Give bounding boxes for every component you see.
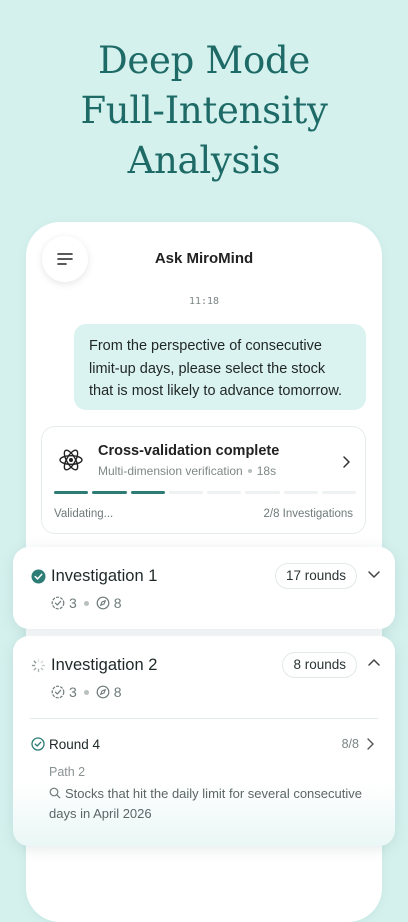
progress-segment: [168, 491, 203, 494]
separator-dot: [83, 689, 89, 695]
message-line-3: that is most likely to advance tomorrow.: [89, 383, 343, 399]
search-query-text: Stocks that hit the daily limit for seve…: [49, 786, 362, 821]
investigation-stats: 3 8: [51, 684, 122, 700]
cross-validation-title: Cross-validation complete: [98, 443, 280, 459]
cross-validation-card[interactable]: Cross-validation complete Multi-dimensio…: [41, 426, 366, 534]
path-label: Path 2: [49, 765, 86, 779]
investigation-card-2[interactable]: Investigation 2 8 rounds 3 8 Round 4 8/8…: [13, 636, 395, 846]
check-circle-icon: [31, 569, 46, 584]
progress-segment: [245, 491, 280, 494]
verification-label: Multi-dimension verification: [98, 464, 243, 478]
separator-dot: [247, 468, 252, 473]
investigation-card-1[interactable]: Investigation 1 17 rounds 3 8: [13, 547, 395, 629]
headline-line-3: Analysis: [127, 139, 281, 182]
search-query: Stocks that hit the daily limit for seve…: [49, 784, 369, 824]
message-line-2: limit-up days, please select the stock: [89, 360, 326, 377]
search-icon: [49, 787, 61, 799]
chevron-down-icon[interactable]: [367, 569, 381, 579]
verified-count: 3: [69, 595, 77, 611]
verification-duration: 18s: [256, 464, 277, 478]
rounds-badge: 8 rounds: [282, 652, 357, 678]
investigation-title: Investigation 1: [51, 567, 158, 585]
headline-line-2: Full-Intensity: [80, 89, 328, 132]
validation-status: Validating...: [54, 508, 114, 520]
round-title: Round 4: [49, 737, 101, 752]
explore-count: 8: [113, 595, 122, 611]
progress-segment: [283, 491, 318, 494]
progress-segment: [321, 491, 356, 494]
compass-icon: [96, 685, 110, 699]
divider: [30, 718, 378, 719]
user-message-bubble: From the perspective of consecutive limi…: [74, 324, 366, 410]
verified-badge-icon: [51, 685, 65, 699]
round-progress: 8/8: [341, 737, 359, 751]
investigation-title: Investigation 2: [51, 656, 158, 674]
separator-dot: [83, 600, 89, 606]
investigation-stats: 3 8: [51, 595, 122, 611]
chevron-up-icon[interactable]: [367, 658, 381, 668]
chevron-right-icon[interactable]: [366, 737, 375, 751]
verified-count: 3: [69, 684, 77, 700]
spinner-icon: [31, 658, 46, 673]
cross-validation-subtitle: Multi-dimension verification 18s: [98, 464, 276, 478]
investigation-progress-bar: [54, 491, 356, 494]
investigation-count: 2/8 Investigations: [263, 508, 353, 520]
progress-segment: [92, 491, 127, 494]
progress-segment: [207, 491, 242, 494]
headline-line-1: Deep Mode: [98, 39, 310, 82]
progress-segment: [130, 491, 165, 494]
verified-badge-icon: [51, 596, 65, 610]
message-line-1: From the perspective of consecutive: [89, 338, 322, 354]
message-timestamp: 11:18: [188, 296, 220, 307]
headline: Deep Mode Full-Intensity Analysis: [0, 36, 408, 186]
app-title: Ask MiroMind: [154, 250, 254, 267]
check-circle-outline-icon: [31, 737, 45, 751]
rounds-badge: 17 rounds: [274, 563, 357, 589]
compass-icon: [96, 596, 110, 610]
progress-segment: [54, 491, 89, 494]
chevron-right-icon: [343, 456, 350, 468]
explore-count: 8: [113, 684, 122, 700]
atom-icon: [59, 449, 83, 471]
